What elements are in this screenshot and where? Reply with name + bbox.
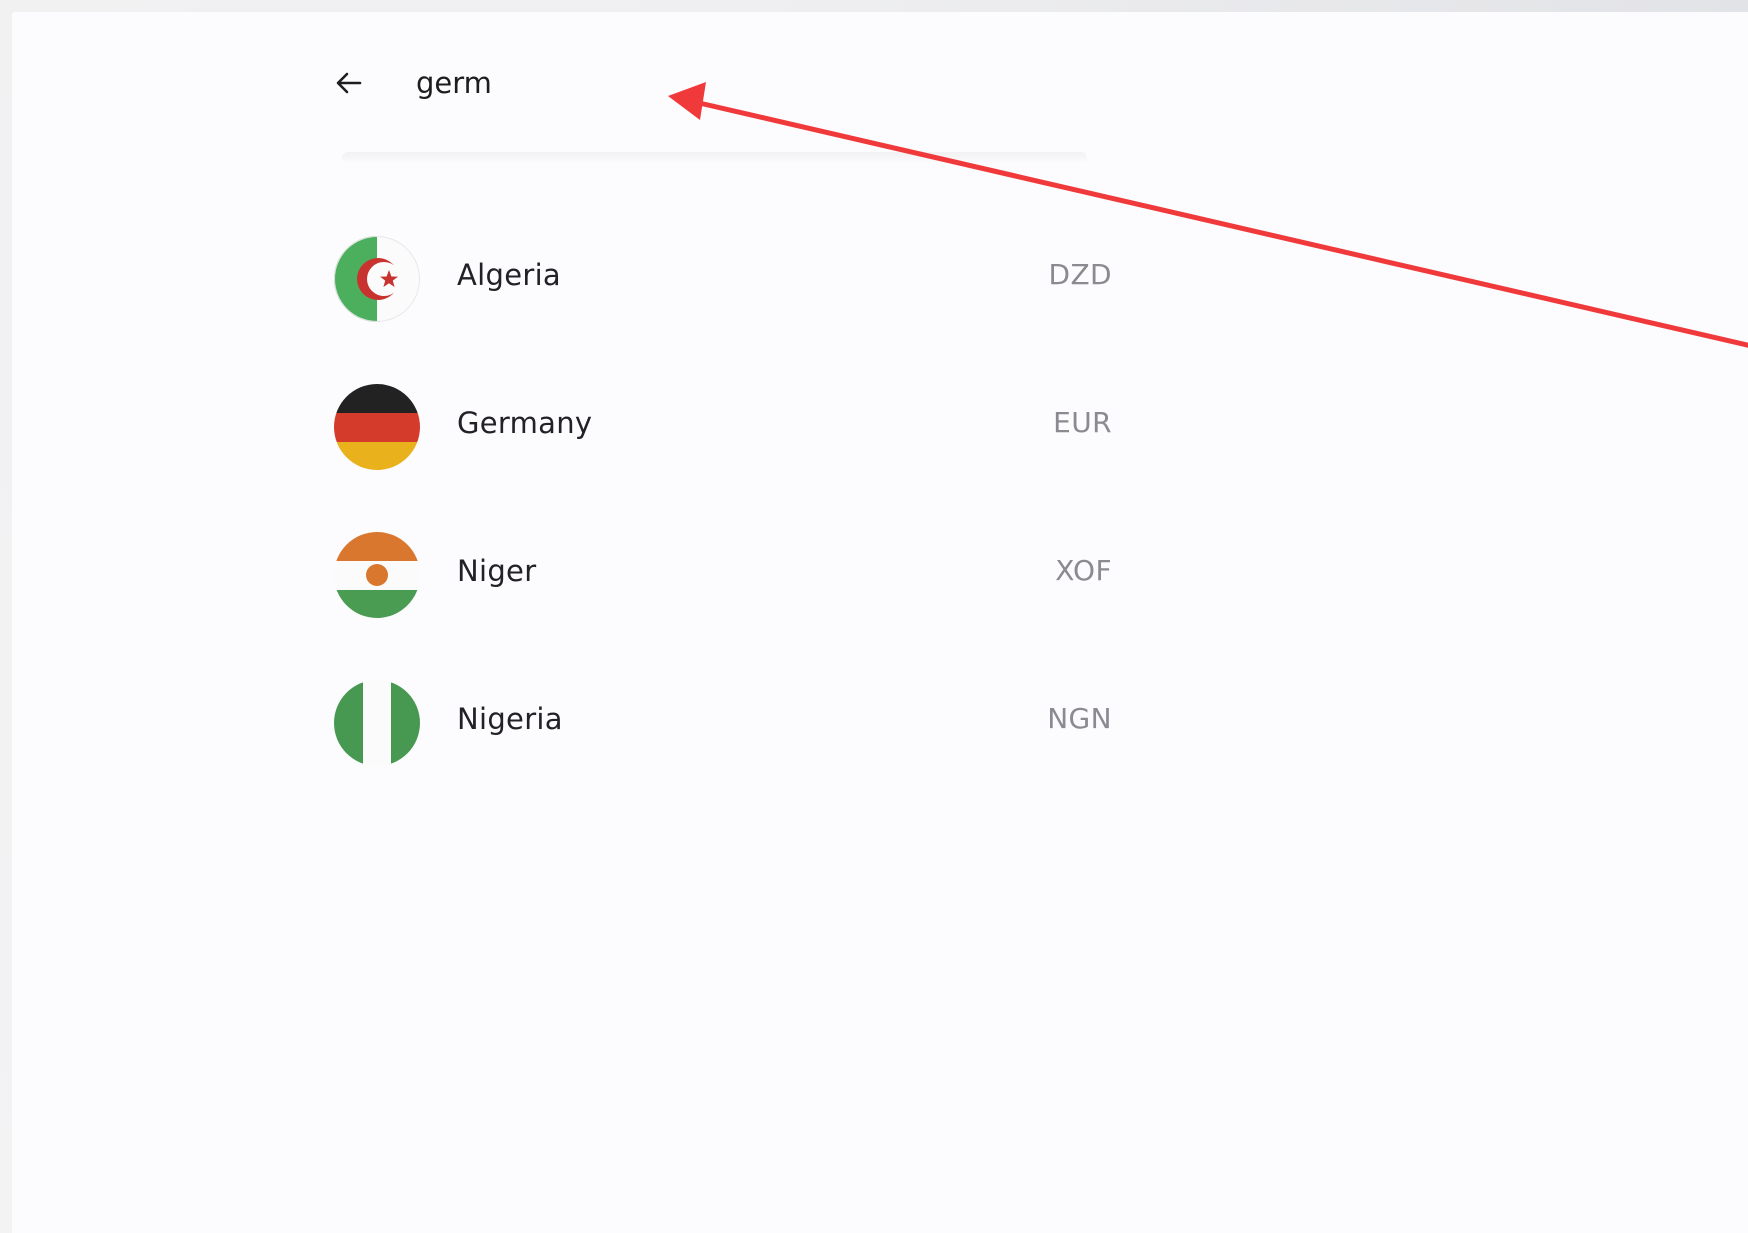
germany-flag-icon: [334, 384, 420, 470]
search-input[interactable]: [416, 60, 1056, 106]
currency-code: NGN: [1047, 702, 1112, 735]
country-name: Algeria: [457, 258, 561, 292]
list-item[interactable]: Algeria DZD: [322, 222, 1122, 370]
country-name: Germany: [457, 406, 593, 440]
nigeria-flag-icon: [334, 680, 420, 766]
list-item[interactable]: Niger XOF: [322, 518, 1122, 666]
country-name: Niger: [457, 554, 537, 588]
currency-code: DZD: [1048, 258, 1112, 291]
back-button[interactable]: [330, 64, 368, 102]
list-item[interactable]: Nigeria NGN: [322, 666, 1122, 814]
currency-code: EUR: [1053, 406, 1112, 439]
country-results-list: Algeria DZD Germany EUR Niger XOF Nigeri…: [322, 222, 1122, 814]
niger-flag-icon: [334, 532, 420, 618]
currency-search-screen: Algeria DZD Germany EUR: [12, 12, 1748, 1233]
country-name: Nigeria: [457, 702, 563, 736]
search-divider: [342, 152, 1087, 164]
list-item[interactable]: Germany EUR: [322, 370, 1122, 518]
currency-code: XOF: [1055, 554, 1112, 587]
arrow-left-icon: [336, 72, 362, 94]
algeria-flag-icon: [334, 236, 420, 322]
